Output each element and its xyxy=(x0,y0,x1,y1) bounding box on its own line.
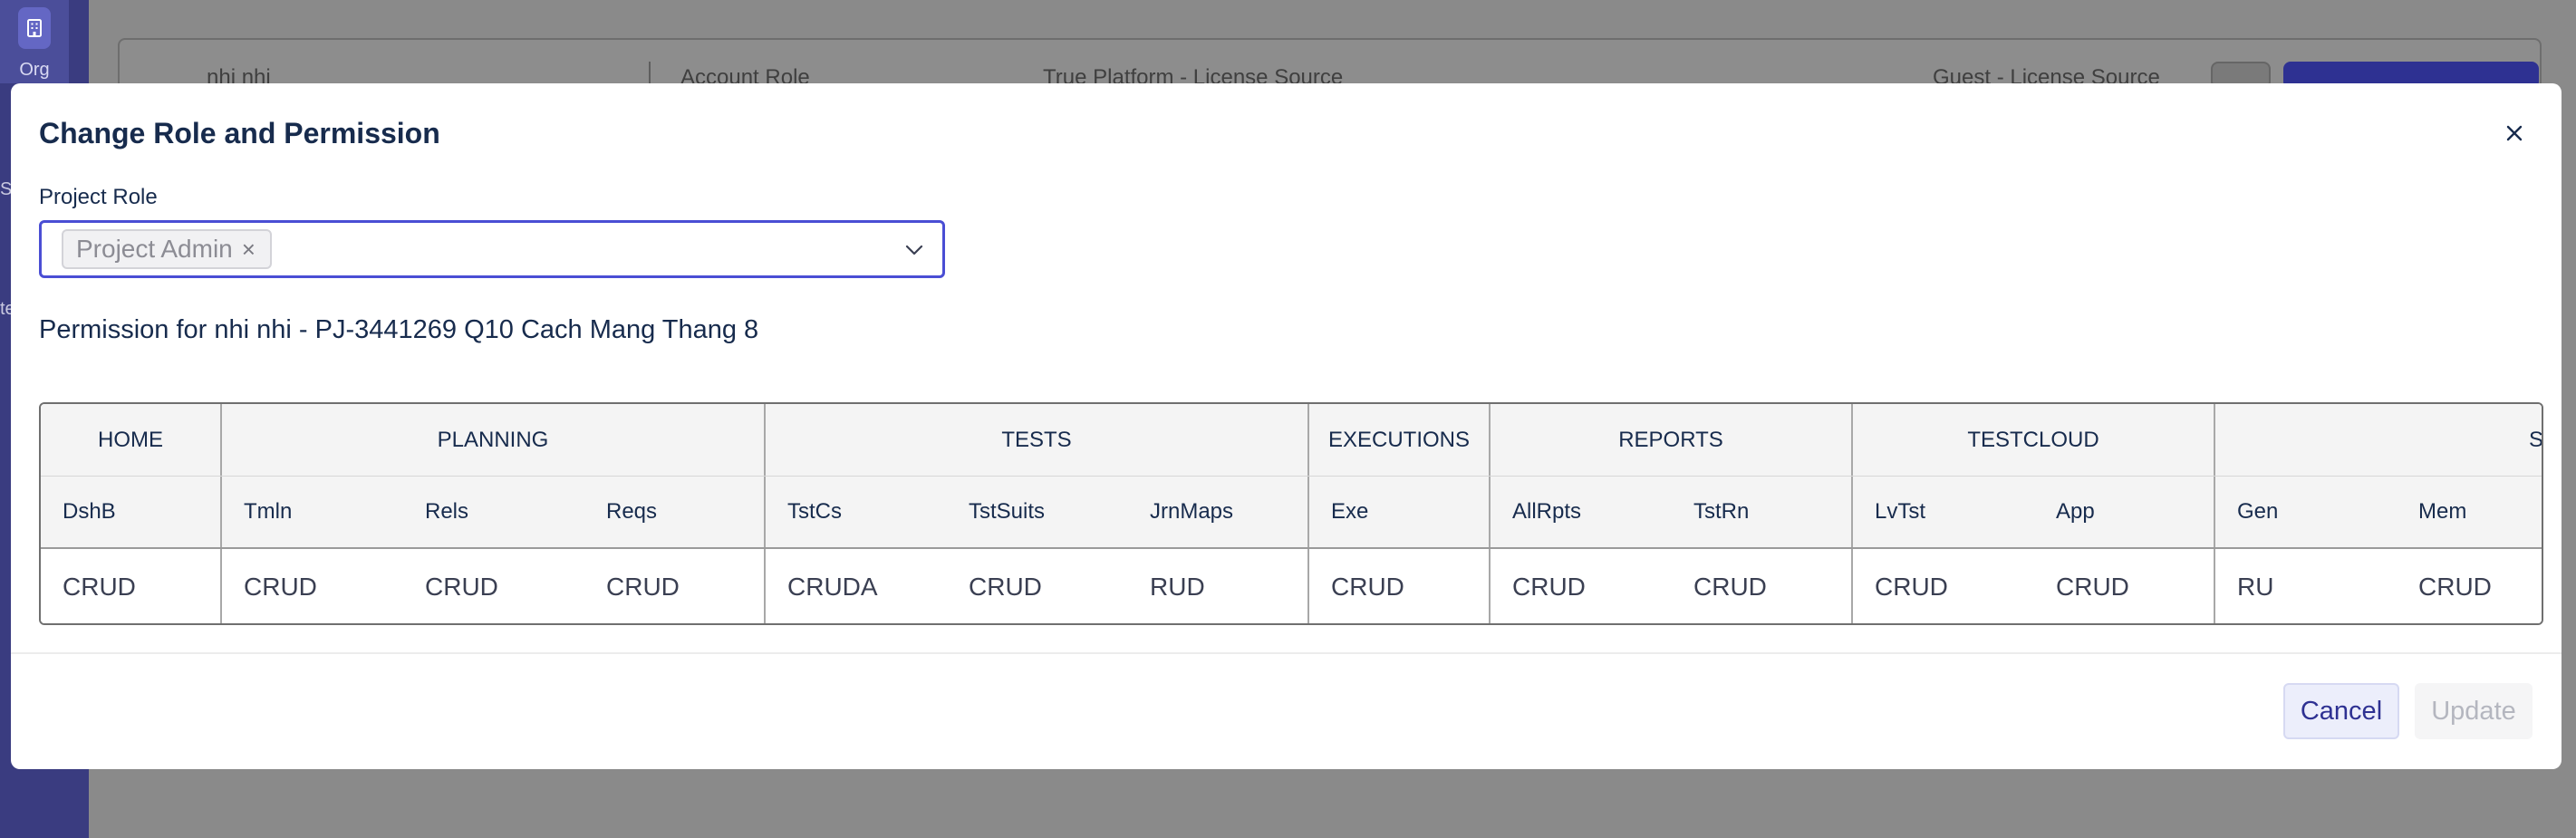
selected-role-chip: Project Admin × xyxy=(62,229,272,269)
permission-value: CRUD xyxy=(1512,573,1586,601)
column-header: Tmln xyxy=(244,499,293,524)
permission-value: CRUD xyxy=(2034,549,2215,623)
permission-value: CRUD xyxy=(41,549,222,623)
column-header: Reqs xyxy=(584,477,766,547)
table-group-header-row: HOME PLANNING TESTS EXECUTIONS REPORTS T… xyxy=(41,404,2543,477)
update-button[interactable]: Update xyxy=(2415,683,2533,739)
remove-role-icon[interactable]: × xyxy=(242,237,256,261)
column-header: JrnMaps xyxy=(1128,477,1309,547)
footer-divider xyxy=(11,652,2562,654)
group-header: PLANNING xyxy=(222,404,766,476)
group-header: HOME xyxy=(41,404,222,476)
change-role-dialog: Change Role and Permission Project Role … xyxy=(11,83,2562,769)
permission-value: CRUD xyxy=(2418,573,2492,601)
column-header: Mem xyxy=(2418,499,2467,524)
column-header: Rels xyxy=(425,499,469,524)
column-header: Exe xyxy=(1309,477,1491,547)
permission-value: CRUDA xyxy=(787,573,878,601)
rail-org-item[interactable]: Org xyxy=(0,0,69,83)
permission-value: CRUD xyxy=(584,549,766,623)
permission-value: RUD xyxy=(1128,549,1309,623)
selected-role-text: Project Admin xyxy=(76,235,233,263)
close-button[interactable] xyxy=(2497,116,2532,150)
column-header: LvTst xyxy=(1875,499,1926,524)
permission-value: CRUD xyxy=(425,573,498,601)
column-header: TstCs xyxy=(787,499,842,524)
column-header: TstRn xyxy=(1672,477,1853,547)
permission-value: RU xyxy=(2237,573,2274,601)
close-icon xyxy=(2506,125,2523,141)
permission-value: CRUD xyxy=(1875,573,1948,601)
column-header: TstSuits xyxy=(969,499,1046,524)
permission-value: CRUD xyxy=(1672,549,1853,623)
group-header: TESTCLOUD xyxy=(1853,404,2215,476)
column-header: DshB xyxy=(41,477,222,547)
column-header: Gen xyxy=(2237,499,2279,524)
column-header: AllRpts xyxy=(1512,499,1582,524)
project-role-label: Project Role xyxy=(39,185,158,209)
permission-value: CRUD xyxy=(1309,549,1491,623)
group-header: EXECUTIONS xyxy=(1309,404,1491,476)
table-column-header-row: DshB Tmln Rels Reqs TstCs TstSuits JrnMa… xyxy=(41,477,2542,549)
permission-value: CRUD xyxy=(244,573,317,601)
permission-title: Permission for nhi nhi - PJ-3441269 Q10 … xyxy=(39,315,759,344)
group-header: TESTS xyxy=(766,404,1309,476)
project-role-select[interactable]: Project Admin × xyxy=(39,220,945,278)
column-header: App xyxy=(2034,477,2215,547)
cancel-button[interactable]: Cancel xyxy=(2283,683,2399,739)
dialog-title: Change Role and Permission xyxy=(39,117,440,149)
group-header: REPORTS xyxy=(1491,404,1853,476)
building-icon xyxy=(18,7,51,49)
rail-org-label: Org xyxy=(19,60,50,80)
permission-table: HOME PLANNING TESTS EXECUTIONS REPORTS T… xyxy=(39,402,2543,625)
permission-value: CRUD xyxy=(969,573,1042,601)
group-header: S xyxy=(2528,427,2543,452)
table-row: CRUD CRUD CRUD CRUD CRUDA CRUD RUD CRUD … xyxy=(41,549,2542,623)
chevron-down-icon[interactable] xyxy=(902,238,926,262)
